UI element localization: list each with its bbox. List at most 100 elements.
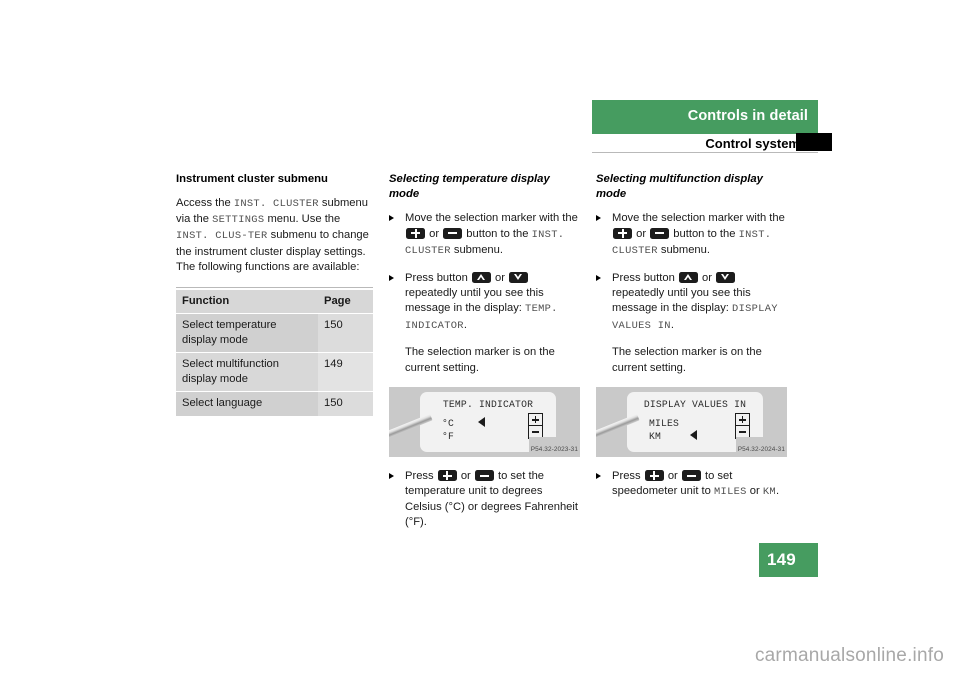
selection-marker-note: The selection marker is on the current s… — [612, 346, 762, 374]
minus-button-icon — [443, 227, 463, 239]
para-mono-inst-cluster-2: INST. CLUS-TER — [176, 230, 268, 243]
bullet-triangle-icon — [389, 473, 394, 479]
minus-button-icon — [474, 470, 494, 481]
page-title: Controls in detail — [687, 108, 808, 124]
illustration-code-wrap: P54.32-2023-31 — [528, 437, 580, 457]
table-header-row: Function Page — [176, 288, 373, 315]
up-button-icon — [678, 271, 698, 283]
bullet-text-a: Press button — [405, 271, 471, 284]
table-row: Select multifunction display mode 149 — [176, 352, 373, 393]
bullet-triangle-icon — [389, 274, 394, 281]
page-number: 149 — [767, 550, 796, 569]
bullet-triangle-icon — [596, 473, 601, 479]
table-row: Select language 150 — [176, 391, 373, 417]
lcd-plus-minus-icon — [528, 413, 543, 439]
watermark: carmanualsonline.info — [754, 645, 944, 666]
up-button-icon — [471, 271, 491, 283]
lcd-option-miles: MILES — [649, 418, 680, 429]
right-column: Selecting multifunction display mode Mov… — [596, 172, 787, 512]
lcd-selection-marker-icon — [478, 417, 485, 427]
header-divider — [592, 152, 818, 153]
bullet-text-or: or — [457, 470, 474, 482]
bullet-text-c: . — [670, 318, 674, 331]
bullet-text-a: Move the selection marker with the — [405, 212, 578, 225]
bullet-text-a: Move the selection marker with the — [612, 212, 785, 225]
middle-column: Selecting temperature display mode Move … — [389, 172, 580, 542]
illustration-code: P54.32-2023-31 — [530, 446, 578, 453]
table-column-header-function: Function — [176, 288, 318, 315]
lcd-option-celsius: °C — [442, 418, 455, 429]
lcd-option-km: KM — [649, 431, 662, 442]
bullet-triangle-icon — [596, 215, 601, 222]
bullet-text-or: or — [426, 227, 443, 240]
bullet-text-b: repeatedly until you see this message in… — [405, 286, 544, 315]
bullet-text-or: or — [664, 470, 681, 482]
para-text-a: Access the — [176, 196, 234, 209]
table-cell-function: Select language — [176, 391, 318, 417]
left-column-heading: Instrument cluster submenu — [176, 173, 328, 185]
function-page-table: Function Page Select temperature display… — [176, 288, 373, 417]
bullet-mono-km: KM — [762, 486, 776, 499]
bullet-text-c: submenu. — [450, 244, 503, 257]
bullet-mono-miles: MILES — [714, 486, 747, 499]
illustration-code: P54.32-2024-31 — [737, 446, 785, 453]
bullet-text-or: or — [633, 227, 650, 240]
selection-marker-note: The selection marker is on the current s… — [405, 346, 555, 374]
header-band: Controls in detail — [592, 100, 818, 134]
table-cell-function: Select temperature display mode — [176, 313, 318, 354]
bullet-text-or: or — [491, 271, 509, 284]
bullet-triangle-icon — [596, 274, 601, 281]
section-marker-tab — [796, 133, 832, 151]
list-item: Press or to set the temperature unit to … — [389, 469, 580, 531]
middle-column-heading: Selecting temperature display mode — [389, 173, 550, 200]
lcd-title: DISPLAY VALUES IN — [643, 399, 747, 410]
left-column-paragraph: Access the INST. CLUSTER submenu via the… — [176, 196, 373, 276]
table-cell-page: 150 — [318, 391, 373, 417]
bullet-text-b: repeatedly until you see this message in… — [612, 286, 751, 315]
bullet-text-a: Press — [405, 470, 437, 482]
para-text-c: menu. Use the — [264, 213, 341, 226]
bullet-text-c: submenu. — [657, 244, 710, 257]
table-top-rule — [176, 286, 373, 288]
para-mono-settings: SETTINGS — [212, 214, 265, 227]
list-item: Move the selection marker with the or bu… — [596, 211, 787, 259]
lcd-options: MILES KM — [649, 417, 679, 443]
table-row: Select temperature display mode 150 — [176, 313, 373, 354]
lcd-title: TEMP. INDICATOR — [442, 399, 534, 410]
table-cell-function: Select multifunction display mode — [176, 352, 318, 393]
illustration-code-wrap: P54.32-2024-31 — [735, 437, 787, 457]
bullet-text-a: Press button — [612, 271, 678, 284]
lcd-option-fahrenheit: °F — [442, 431, 455, 442]
plus-button-icon — [437, 470, 457, 481]
temperature-display-illustration: TEMP. INDICATOR °C °F P54.32-2023-31 — [389, 387, 580, 457]
para-mono-inst-cluster: INST. CLUSTER — [233, 197, 319, 210]
list-item: Press or to set speedometer unit to MILE… — [596, 469, 787, 501]
lcd-plus-minus-icon — [735, 413, 750, 439]
minus-button-icon — [681, 470, 701, 481]
down-button-icon — [716, 271, 736, 283]
section-title: Control system — [705, 136, 800, 151]
right-column-heading: Selecting multifunction display mode — [596, 173, 763, 200]
table-column-header-page: Page — [318, 288, 373, 315]
bullet-text-b: button to the — [463, 227, 532, 240]
page-number-badge: 149 — [759, 543, 818, 577]
down-button-icon — [509, 271, 529, 283]
lcd-options: °C °F — [442, 417, 454, 443]
lcd-selection-marker-icon — [690, 430, 697, 440]
left-column: Instrument cluster submenu Access the IN… — [176, 172, 373, 417]
bullet-text-c: . — [463, 318, 467, 331]
table-cell-page: 150 — [318, 313, 373, 354]
bullet-text-d: . — [775, 485, 780, 498]
list-item: Move the selection marker with the or bu… — [389, 211, 580, 259]
plus-button-icon — [613, 227, 632, 239]
bullet-triangle-icon — [389, 215, 394, 222]
list-item: Press button or repeatedly until you see… — [389, 271, 580, 335]
multifunction-display-illustration: DISPLAY VALUES IN MILES KM P54.32-2024-3… — [596, 387, 787, 457]
bullet-text-c: or — [746, 485, 763, 498]
minus-button-icon — [650, 227, 670, 239]
plus-button-icon — [406, 227, 425, 239]
bullet-text-b: button to the — [670, 227, 739, 240]
list-item: Press button or repeatedly until you see… — [596, 271, 787, 335]
plus-button-icon — [644, 470, 664, 481]
bullet-text-or: or — [698, 271, 716, 284]
